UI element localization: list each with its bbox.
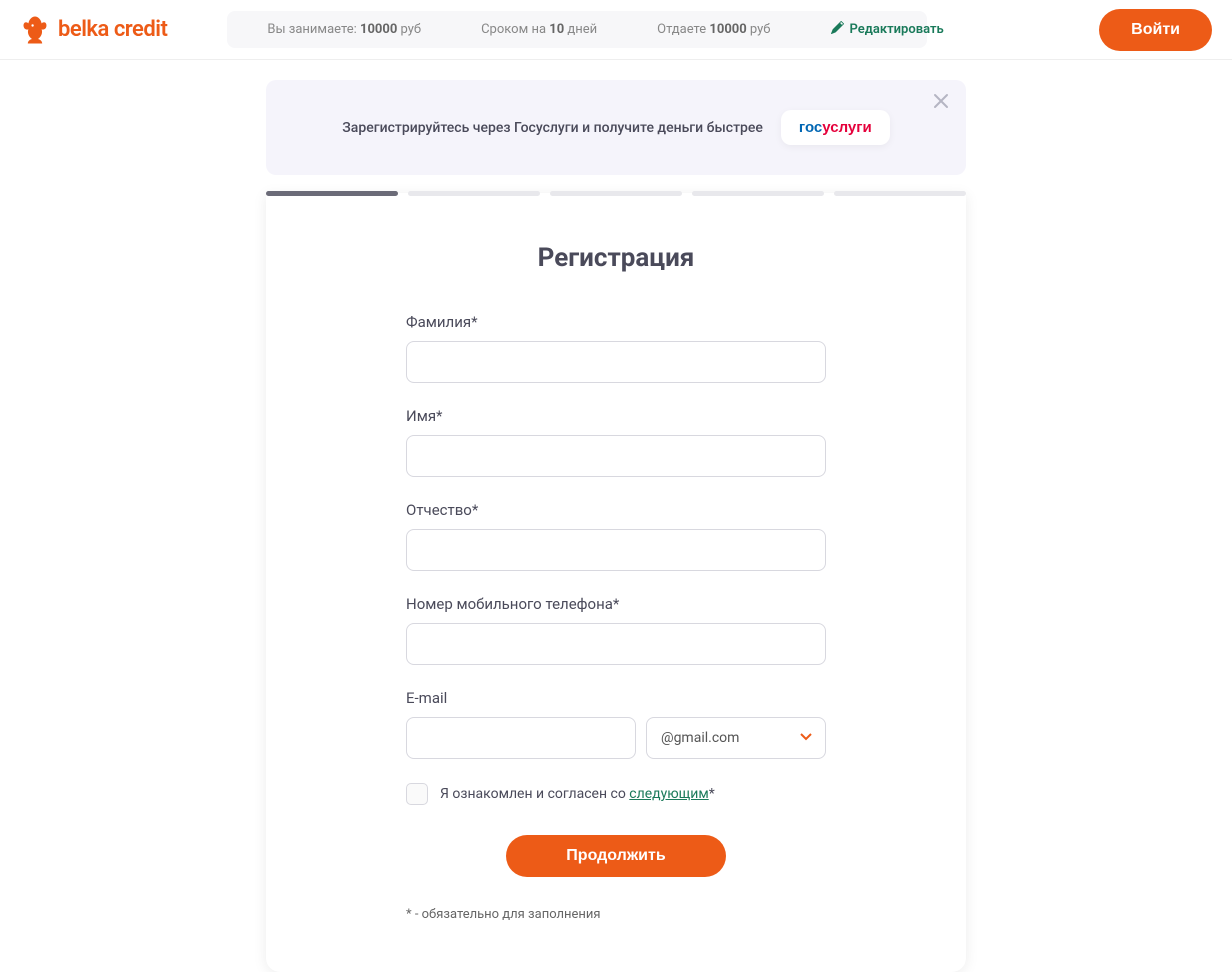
step-4 <box>692 191 824 196</box>
phone-input[interactable] <box>406 623 826 665</box>
borrow-amount-info: Вы занимаете: 10000 руб <box>267 22 421 37</box>
close-icon[interactable] <box>932 92 950 113</box>
step-3 <box>550 191 682 196</box>
logo[interactable]: belka credit <box>20 15 167 45</box>
step-5 <box>834 191 966 196</box>
registration-form: Фамилия* Имя* Отчество* Номер мобильного… <box>406 313 826 922</box>
email-domain-value: @gmail.com <box>661 730 739 746</box>
email-field-wrapper: E-mail @gmail.com <box>406 689 826 759</box>
email-label: E-mail <box>406 689 826 707</box>
step-1 <box>266 191 398 196</box>
firstname-label: Имя* <box>406 407 826 425</box>
header: belka credit Вы занимаете: 10000 руб Сро… <box>0 0 1232 60</box>
consent-link[interactable]: следующим <box>629 786 708 802</box>
phone-label: Номер мобильного телефона* <box>406 595 826 613</box>
patronymic-field-wrapper: Отчество* <box>406 501 826 571</box>
edit-loan-button[interactable]: Редактировать <box>831 21 944 38</box>
consent-row: Я ознакомлен и согласен со следующим* <box>406 783 826 805</box>
patronymic-label: Отчество* <box>406 501 826 519</box>
registration-card: Регистрация Фамилия* Имя* Отчество* Номе… <box>266 193 966 972</box>
lastname-input[interactable] <box>406 341 826 383</box>
lastname-field-wrapper: Фамилия* <box>406 313 826 383</box>
progress-steps <box>266 191 966 196</box>
firstname-input[interactable] <box>406 435 826 477</box>
gosuslugi-banner: Зарегистрируйтесь через Госуслуги и полу… <box>266 80 966 175</box>
email-domain-select[interactable]: @gmail.com <box>646 717 826 759</box>
required-footnote: * - обязательно для заполнения <box>406 907 826 922</box>
login-button[interactable]: Войти <box>1099 9 1212 51</box>
chevron-down-icon <box>799 729 813 747</box>
firstname-field-wrapper: Имя* <box>406 407 826 477</box>
consent-checkbox[interactable] <box>406 783 428 805</box>
squirrel-icon <box>20 15 50 45</box>
logo-text: belka credit <box>58 17 167 42</box>
phone-field-wrapper: Номер мобильного телефона* <box>406 595 826 665</box>
loan-info-bar: Вы занимаете: 10000 руб Сроком на 10 дне… <box>227 11 927 48</box>
email-input[interactable] <box>406 717 636 759</box>
banner-text: Зарегистрируйтесь через Госуслуги и полу… <box>342 120 763 136</box>
page-title: Регистрация <box>346 243 886 273</box>
edit-label: Редактировать <box>850 22 944 37</box>
continue-button[interactable]: Продолжить <box>506 835 725 877</box>
consent-text: Я ознакомлен и согласен со следующим* <box>440 786 715 802</box>
step-2 <box>408 191 540 196</box>
term-info: Сроком на 10 дней <box>481 22 597 37</box>
lastname-label: Фамилия* <box>406 313 826 331</box>
main-container: Зарегистрируйтесь через Госуслуги и полу… <box>266 80 966 972</box>
pencil-icon <box>831 21 844 38</box>
gosuslugi-button[interactable]: госуслуги <box>781 110 890 145</box>
patronymic-input[interactable] <box>406 529 826 571</box>
repay-info: Отдаете 10000 руб <box>657 22 770 37</box>
